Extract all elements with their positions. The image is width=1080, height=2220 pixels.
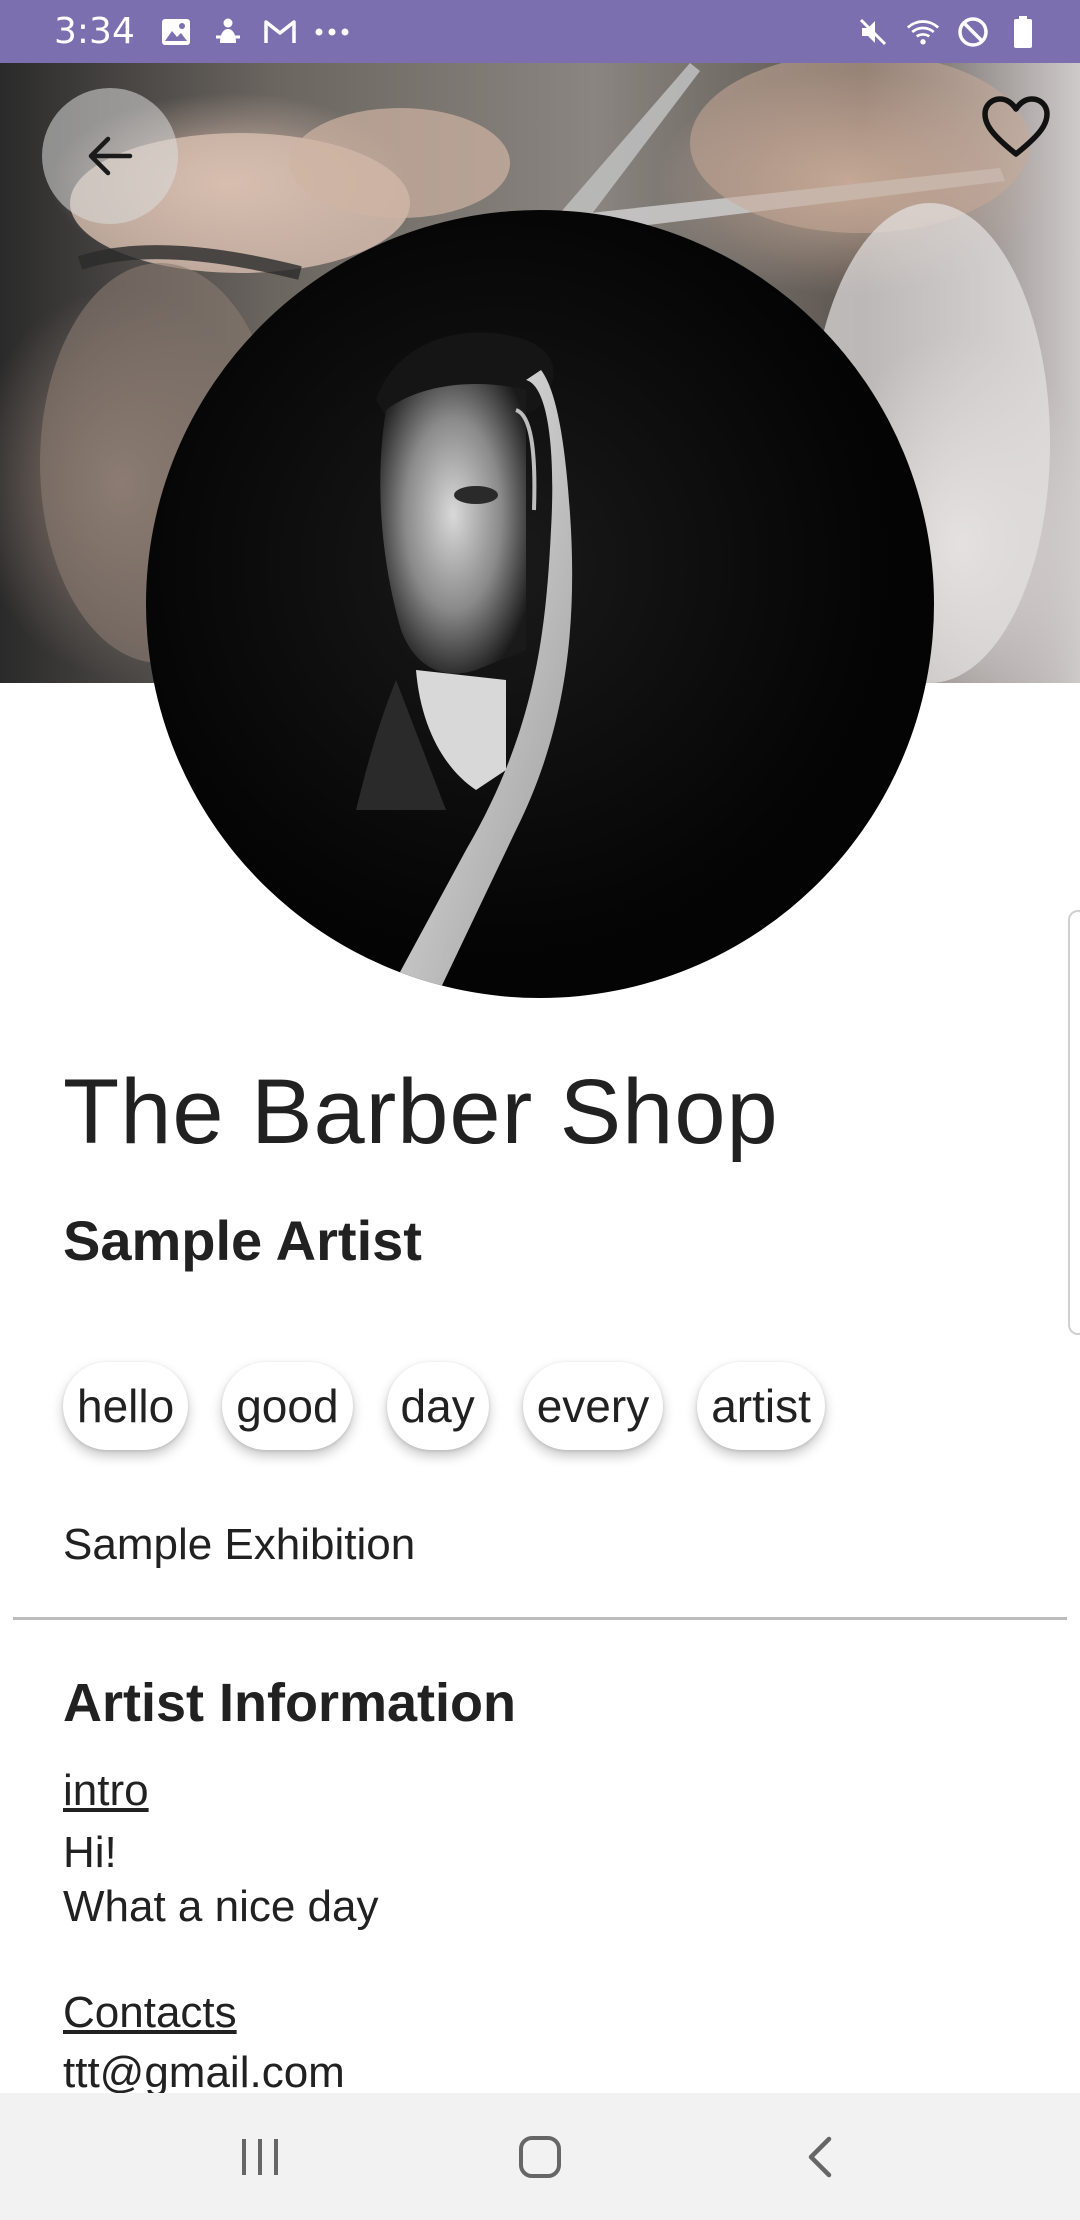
recent-apps-icon[interactable] <box>220 2117 300 2197</box>
tag-chip[interactable]: hello <box>63 1362 189 1450</box>
portrait-illustration <box>356 332 573 998</box>
battery-icon <box>1006 15 1040 49</box>
gmail-icon <box>263 15 297 49</box>
intro-label: intro <box>63 1766 149 1815</box>
exhibition-label: Sample Exhibition <box>63 1520 416 1569</box>
more-dots-icon <box>315 15 349 49</box>
shop-title: The Barber Shop <box>63 1061 779 1163</box>
favorite-button[interactable] <box>976 88 1056 168</box>
contacts-label: Contacts <box>63 1988 237 2037</box>
tag-list: hello good day every artist <box>63 1362 825 1450</box>
artist-info-heading: Artist Information <box>63 1673 516 1733</box>
home-icon[interactable] <box>500 2117 580 2197</box>
divider <box>13 1617 1067 1620</box>
intro-line: What a nice day <box>63 1882 379 1931</box>
do-not-disturb-icon <box>956 15 990 49</box>
side-panel-handle[interactable] <box>1068 910 1080 1335</box>
back-button[interactable] <box>42 88 178 224</box>
system-nav-bar <box>0 2093 1080 2220</box>
heart-outline-icon <box>982 96 1050 157</box>
mute-icon <box>856 15 890 49</box>
tag-chip[interactable]: artist <box>697 1362 825 1450</box>
wifi-icon <box>906 15 940 49</box>
status-time: 3:34 <box>54 11 135 52</box>
artist-profile-screen: 3:34 The Barber Shop Sample Artist hello… <box>0 0 1080 2220</box>
contact-email[interactable]: ttt@gmail.com <box>63 2046 345 2100</box>
tag-chip[interactable]: every <box>522 1362 664 1450</box>
tag-chip[interactable]: good <box>222 1362 353 1450</box>
artist-name: Sample Artist <box>63 1209 422 1272</box>
artist-avatar <box>146 210 934 998</box>
arrow-left-icon <box>88 136 133 176</box>
tag-chip[interactable]: day <box>386 1362 489 1450</box>
accessibility-icon <box>211 15 245 49</box>
intro-line: Hi! <box>63 1828 117 1877</box>
intro-text: Hi! What a nice day <box>63 1826 379 1934</box>
status-bar: 3:34 <box>0 0 1080 63</box>
back-icon[interactable] <box>780 2117 860 2197</box>
image-icon <box>159 15 193 49</box>
